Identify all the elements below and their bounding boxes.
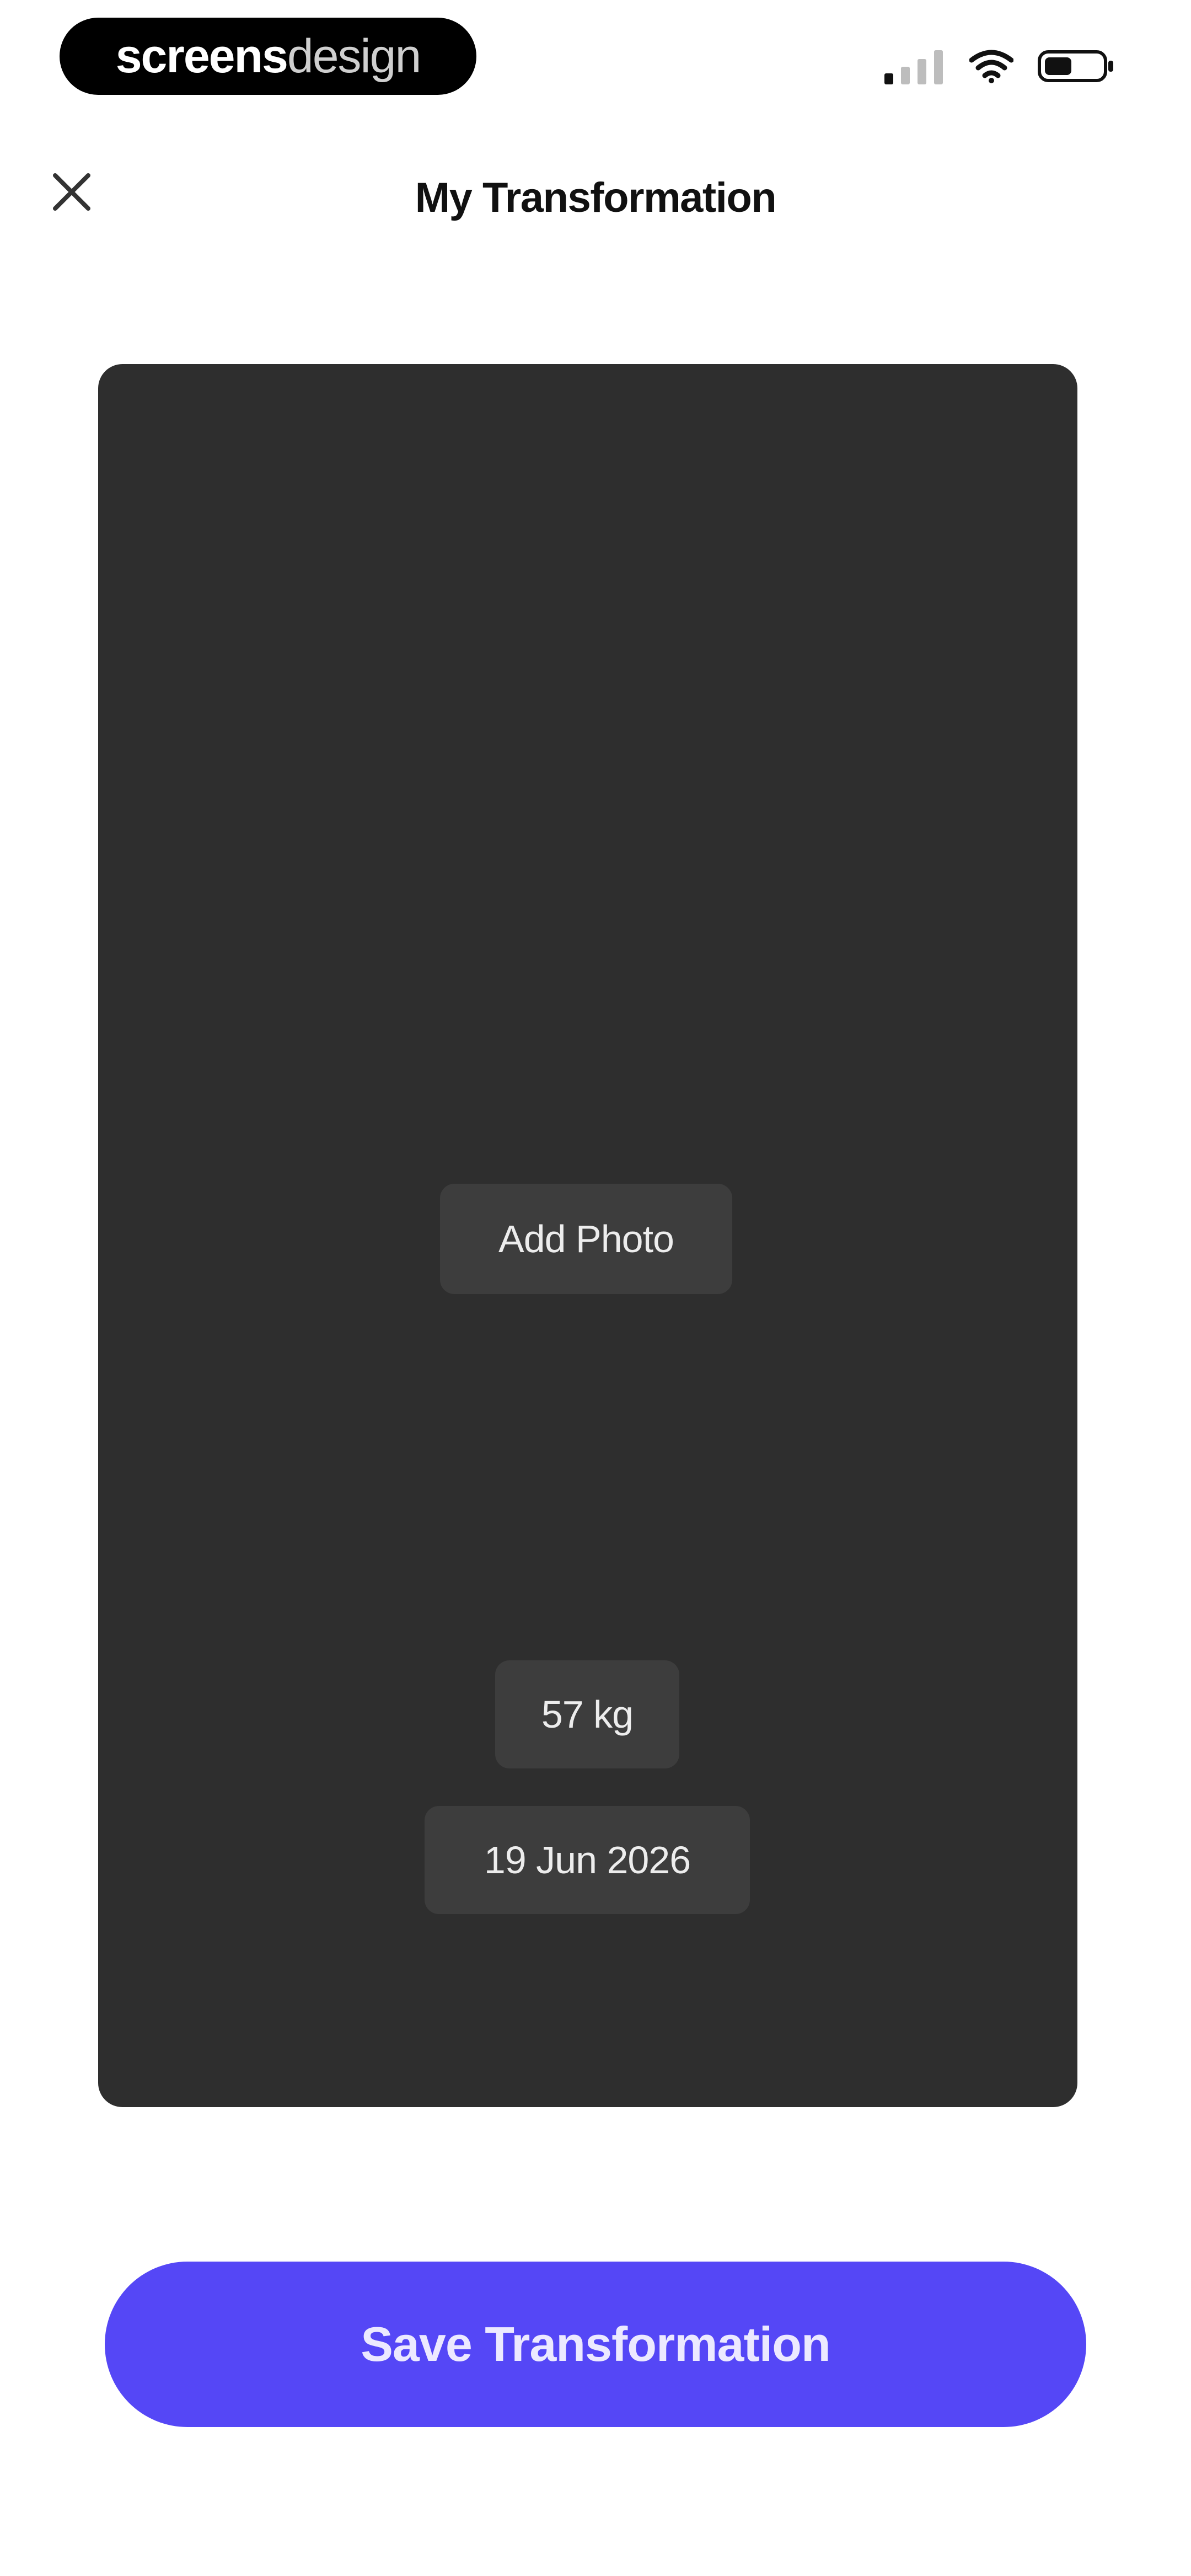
page-title: My Transformation [415,174,777,221]
wifi-icon [969,49,1013,83]
status-icons [884,44,1115,88]
brand-text-light: design [287,30,421,83]
add-photo-button[interactable]: Add Photo [440,1184,732,1294]
date-badge: 19 Jun 2026 [425,1806,750,1914]
cellular-signal-icon [884,48,945,84]
battery-icon [1038,49,1115,84]
weight-badge: 57 kg [495,1660,679,1768]
brand-badge: screens design [60,18,476,95]
photo-card[interactable]: Add Photo 57 kg 19 Jun 2026 [98,364,1077,2107]
save-transformation-button[interactable]: Save Transformation [105,2262,1086,2427]
brand-text-bold: screens [115,30,288,83]
status-bar: screens design [0,0,1191,121]
